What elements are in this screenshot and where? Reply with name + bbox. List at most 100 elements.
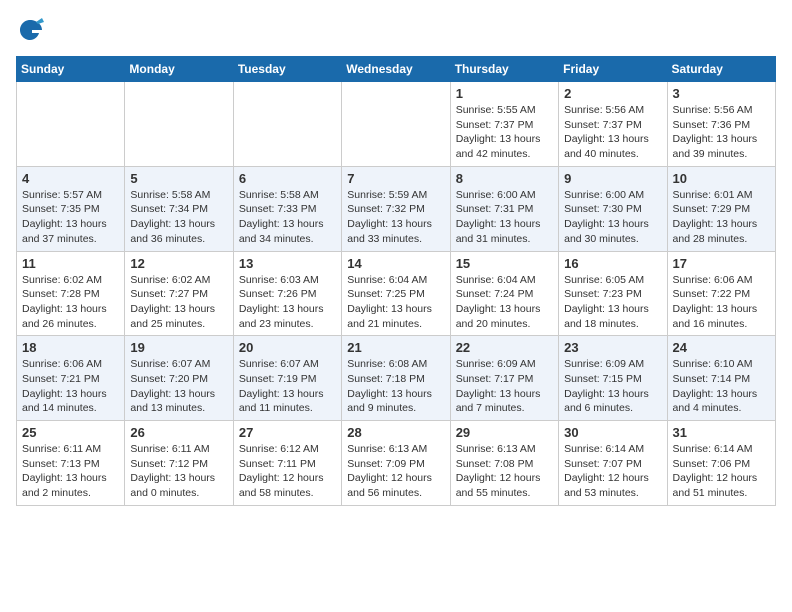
day-info: Sunrise: 6:07 AM Sunset: 7:19 PM Dayligh… [239,357,336,416]
day-info: Sunrise: 5:59 AM Sunset: 7:32 PM Dayligh… [347,188,444,247]
day-number: 6 [239,171,336,186]
day-number: 21 [347,340,444,355]
day-number: 29 [456,425,553,440]
day-info: Sunrise: 6:14 AM Sunset: 7:07 PM Dayligh… [564,442,661,501]
calendar-cell: 7 Sunrise: 5:59 AM Sunset: 7:32 PM Daylig… [342,166,450,251]
calendar-cell: 19 Sunrise: 6:07 AM Sunset: 7:20 PM Dayli… [125,336,233,421]
day-number: 12 [130,256,227,271]
calendar-cell: 26 Sunrise: 6:11 AM Sunset: 7:12 PM Dayli… [125,421,233,506]
day-number: 7 [347,171,444,186]
day-info: Sunrise: 6:09 AM Sunset: 7:15 PM Dayligh… [564,357,661,416]
calendar-cell: 30Sunrise: 6:14 AM Sunset: 7:07 PM Dayli… [559,421,667,506]
day-number: 20 [239,340,336,355]
day-info: Sunrise: 6:14 AM Sunset: 7:06 PM Dayligh… [673,442,770,501]
calendar-header-row: SundayMondayTuesdayWednesdayThursdayFrid… [17,57,776,82]
calendar-cell: 4Sunrise: 5:57 AM Sunset: 7:35 PM Daylig… [17,166,125,251]
weekday-header: Wednesday [342,57,450,82]
calendar-cell: 12Sunrise: 6:02 AM Sunset: 7:27 PM Dayli… [125,251,233,336]
day-number: 16 [564,256,661,271]
calendar-cell: 13 Sunrise: 6:03 AM Sunset: 7:26 PM Dayli… [233,251,341,336]
day-info: Sunrise: 5:58 AM Sunset: 7:33 PM Dayligh… [239,188,336,247]
day-info: Sunrise: 6:06 AM Sunset: 7:22 PM Dayligh… [673,273,770,332]
weekday-header: Saturday [667,57,775,82]
calendar-cell: 3 Sunrise: 5:56 AM Sunset: 7:36 PM Daylig… [667,82,775,167]
calendar-table: SundayMondayTuesdayWednesdayThursdayFrid… [16,56,776,506]
day-number: 5 [130,171,227,186]
calendar-cell: 20 Sunrise: 6:07 AM Sunset: 7:19 PM Dayli… [233,336,341,421]
calendar-cell: 2 Sunrise: 5:56 AM Sunset: 7:37 PM Daylig… [559,82,667,167]
day-number: 27 [239,425,336,440]
day-number: 31 [673,425,770,440]
calendar-cell [342,82,450,167]
calendar-cell: 14 Sunrise: 6:04 AM Sunset: 7:25 PM Dayli… [342,251,450,336]
day-number: 22 [456,340,553,355]
calendar-cell: 18 Sunrise: 6:06 AM Sunset: 7:21 PM Dayli… [17,336,125,421]
calendar-week-row: 1 Sunrise: 5:55 AM Sunset: 7:37 PM Daylig… [17,82,776,167]
day-info: Sunrise: 6:12 AM Sunset: 7:11 PM Dayligh… [239,442,336,501]
weekday-header: Tuesday [233,57,341,82]
calendar-cell: 31 Sunrise: 6:14 AM Sunset: 7:06 PM Dayli… [667,421,775,506]
day-info: Sunrise: 6:13 AM Sunset: 7:08 PM Dayligh… [456,442,553,501]
calendar-cell: 15Sunrise: 6:04 AM Sunset: 7:24 PM Dayli… [450,251,558,336]
calendar-cell: 28 Sunrise: 6:13 AM Sunset: 7:09 PM Dayli… [342,421,450,506]
weekday-header: Sunday [17,57,125,82]
calendar-cell: 23 Sunrise: 6:09 AM Sunset: 7:15 PM Dayli… [559,336,667,421]
day-info: Sunrise: 6:01 AM Sunset: 7:29 PM Dayligh… [673,188,770,247]
calendar-cell: 10 Sunrise: 6:01 AM Sunset: 7:29 PM Dayli… [667,166,775,251]
day-number: 23 [564,340,661,355]
logo [16,16,48,44]
day-number: 2 [564,86,661,101]
day-number: 13 [239,256,336,271]
day-info: Sunrise: 5:55 AM Sunset: 7:37 PM Dayligh… [456,103,553,162]
day-number: 17 [673,256,770,271]
day-number: 28 [347,425,444,440]
day-number: 9 [564,171,661,186]
calendar-cell [125,82,233,167]
calendar-cell: 27 Sunrise: 6:12 AM Sunset: 7:11 PM Dayli… [233,421,341,506]
day-info: Sunrise: 6:00 AM Sunset: 7:31 PM Dayligh… [456,188,553,247]
day-info: Sunrise: 6:06 AM Sunset: 7:21 PM Dayligh… [22,357,119,416]
day-info: Sunrise: 6:11 AM Sunset: 7:12 PM Dayligh… [130,442,227,501]
day-number: 3 [673,86,770,101]
day-number: 10 [673,171,770,186]
day-number: 18 [22,340,119,355]
day-info: Sunrise: 6:02 AM Sunset: 7:28 PM Dayligh… [22,273,119,332]
weekday-header: Friday [559,57,667,82]
day-number: 14 [347,256,444,271]
calendar-week-row: 25Sunrise: 6:11 AM Sunset: 7:13 PM Dayli… [17,421,776,506]
calendar-cell: 1 Sunrise: 5:55 AM Sunset: 7:37 PM Daylig… [450,82,558,167]
day-info: Sunrise: 6:03 AM Sunset: 7:26 PM Dayligh… [239,273,336,332]
day-info: Sunrise: 6:11 AM Sunset: 7:13 PM Dayligh… [22,442,119,501]
day-number: 1 [456,86,553,101]
day-info: Sunrise: 5:57 AM Sunset: 7:35 PM Dayligh… [22,188,119,247]
calendar-cell: 25Sunrise: 6:11 AM Sunset: 7:13 PM Dayli… [17,421,125,506]
calendar-week-row: 11 Sunrise: 6:02 AM Sunset: 7:28 PM Dayli… [17,251,776,336]
calendar-cell: 29 Sunrise: 6:13 AM Sunset: 7:08 PM Dayli… [450,421,558,506]
page-header [16,16,776,44]
weekday-header: Monday [125,57,233,82]
calendar-cell [233,82,341,167]
calendar-cell: 24Sunrise: 6:10 AM Sunset: 7:14 PM Dayli… [667,336,775,421]
calendar-week-row: 4Sunrise: 5:57 AM Sunset: 7:35 PM Daylig… [17,166,776,251]
weekday-header: Thursday [450,57,558,82]
day-info: Sunrise: 6:13 AM Sunset: 7:09 PM Dayligh… [347,442,444,501]
calendar-cell: 22 Sunrise: 6:09 AM Sunset: 7:17 PM Dayli… [450,336,558,421]
day-number: 15 [456,256,553,271]
calendar-cell: 16Sunrise: 6:05 AM Sunset: 7:23 PM Dayli… [559,251,667,336]
calendar-cell: 5 Sunrise: 5:58 AM Sunset: 7:34 PM Daylig… [125,166,233,251]
day-info: Sunrise: 6:09 AM Sunset: 7:17 PM Dayligh… [456,357,553,416]
day-info: Sunrise: 5:56 AM Sunset: 7:36 PM Dayligh… [673,103,770,162]
day-info: Sunrise: 6:04 AM Sunset: 7:25 PM Dayligh… [347,273,444,332]
day-info: Sunrise: 5:56 AM Sunset: 7:37 PM Dayligh… [564,103,661,162]
day-info: Sunrise: 6:07 AM Sunset: 7:20 PM Dayligh… [130,357,227,416]
day-info: Sunrise: 5:58 AM Sunset: 7:34 PM Dayligh… [130,188,227,247]
day-number: 26 [130,425,227,440]
day-number: 8 [456,171,553,186]
calendar-cell: 8 Sunrise: 6:00 AM Sunset: 7:31 PM Daylig… [450,166,558,251]
calendar-cell: 6 Sunrise: 5:58 AM Sunset: 7:33 PM Daylig… [233,166,341,251]
calendar-cell: 17 Sunrise: 6:06 AM Sunset: 7:22 PM Dayli… [667,251,775,336]
day-info: Sunrise: 6:08 AM Sunset: 7:18 PM Dayligh… [347,357,444,416]
day-number: 19 [130,340,227,355]
day-number: 11 [22,256,119,271]
calendar-cell: 9Sunrise: 6:00 AM Sunset: 7:30 PM Daylig… [559,166,667,251]
